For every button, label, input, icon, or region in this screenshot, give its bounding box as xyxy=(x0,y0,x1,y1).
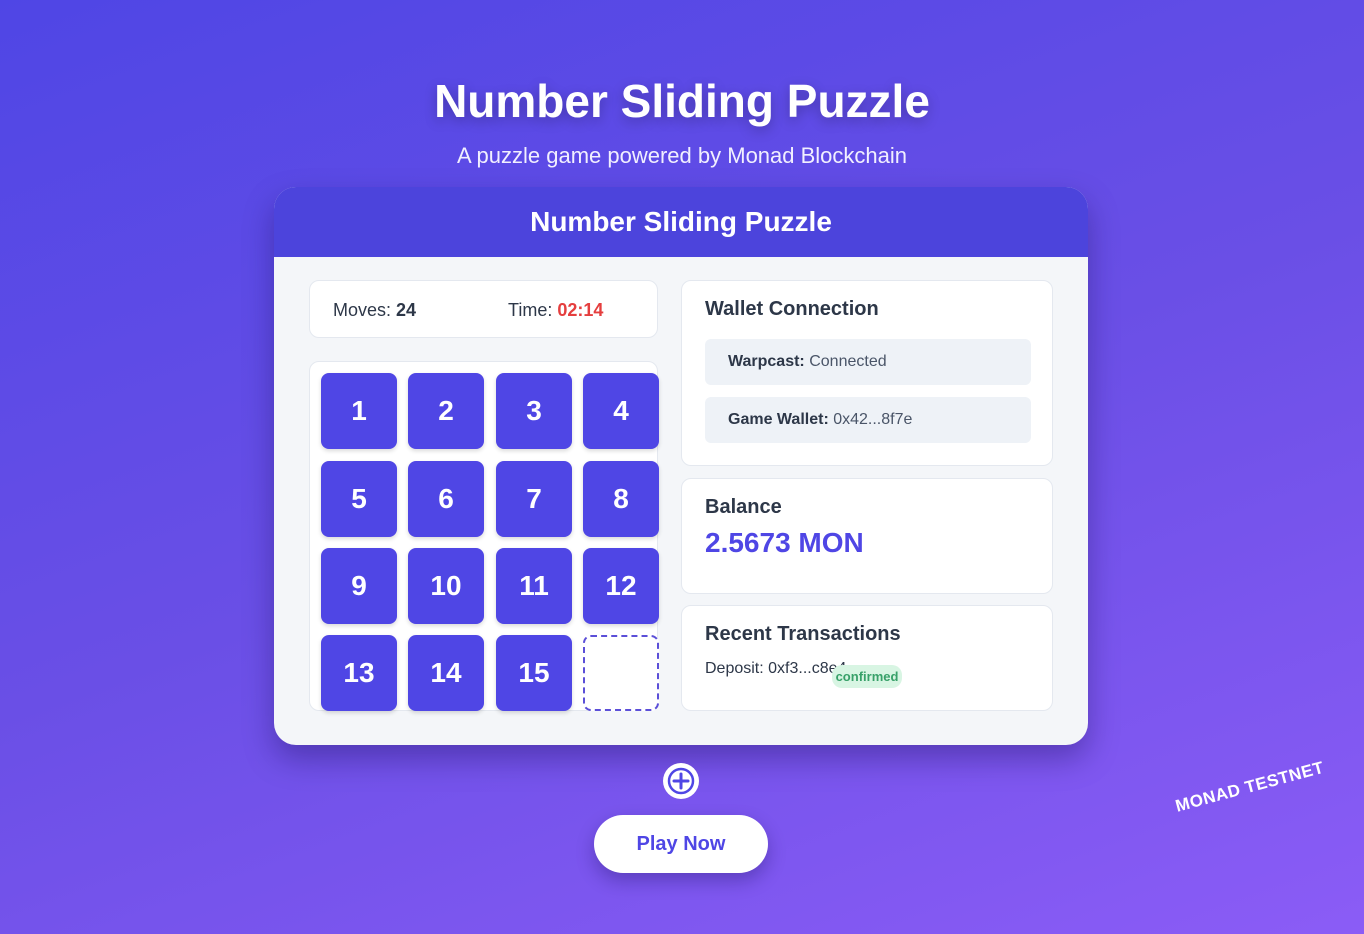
puzzle-tile[interactable]: 1 xyxy=(321,373,397,449)
puzzle-tile[interactable]: 13 xyxy=(321,635,397,711)
network-badge: MONAD TESTNET xyxy=(1173,757,1327,816)
puzzle-tile[interactable]: 5 xyxy=(321,461,397,537)
game-wallet-value: 0x42...8f7e xyxy=(833,411,913,428)
warpcast-status: Warpcast: Connected xyxy=(705,339,1031,385)
timer: Time: 02:14 xyxy=(508,300,603,321)
transactions-panel: Recent Transactions Deposit: 0xf3...c8e4… xyxy=(681,605,1053,711)
time-label: Time: xyxy=(508,300,553,320)
game-wallet-label: Game Wallet: xyxy=(728,411,829,428)
game-card: Number Sliding Puzzle Moves: 24 Time: 02… xyxy=(274,187,1088,745)
puzzle-tile[interactable]: 15 xyxy=(496,635,572,711)
add-button[interactable] xyxy=(663,763,699,799)
balance-panel: Balance 2.5673 MON xyxy=(681,478,1053,594)
puzzle-tile[interactable]: 11 xyxy=(496,548,572,624)
transaction-item: Deposit: 0xf3...c8e4 xyxy=(705,660,847,677)
warpcast-label: Warpcast: xyxy=(728,353,805,370)
puzzle-tile[interactable]: 9 xyxy=(321,548,397,624)
status-badge: confirmed xyxy=(832,665,902,688)
puzzle-board: 1 2 3 4 5 6 7 8 9 10 11 12 13 14 15 xyxy=(309,361,659,711)
puzzle-tile[interactable]: 3 xyxy=(496,373,572,449)
wallet-title: Wallet Connection xyxy=(705,298,879,320)
play-now-button[interactable]: Play Now xyxy=(594,815,768,873)
empty-slot[interactable] xyxy=(583,635,659,711)
puzzle-tile[interactable]: 14 xyxy=(408,635,484,711)
puzzle-tile[interactable]: 7 xyxy=(496,461,572,537)
warpcast-value: Connected xyxy=(809,353,887,370)
game-wallet-address: Game Wallet: 0x42...8f7e xyxy=(705,397,1031,443)
moves-counter: Moves: 24 xyxy=(333,300,416,321)
balance-title: Balance xyxy=(705,496,782,518)
moves-value: 24 xyxy=(396,300,417,320)
page-title: Number Sliding Puzzle xyxy=(434,75,930,127)
page-subtitle: A puzzle game powered by Monad Blockchai… xyxy=(456,143,908,168)
transactions-title: Recent Transactions xyxy=(705,623,901,645)
puzzle-tile[interactable]: 2 xyxy=(408,373,484,449)
puzzle-tile[interactable]: 10 xyxy=(408,548,484,624)
puzzle-tile[interactable]: 12 xyxy=(583,548,659,624)
stats-bar: Moves: 24 Time: 02:14 xyxy=(309,280,658,338)
moves-label: Moves: xyxy=(333,300,392,320)
card-title: Number Sliding Puzzle xyxy=(274,187,1088,257)
puzzle-tile[interactable]: 6 xyxy=(408,461,484,537)
balance-value: 2.5673 MON xyxy=(705,527,864,558)
wallet-panel: Wallet Connection Warpcast: Connected Ga… xyxy=(681,280,1053,466)
plus-circle-icon xyxy=(667,767,695,795)
time-value: 02:14 xyxy=(557,300,604,320)
puzzle-tile[interactable]: 8 xyxy=(583,461,659,537)
puzzle-tile[interactable]: 4 xyxy=(583,373,659,449)
